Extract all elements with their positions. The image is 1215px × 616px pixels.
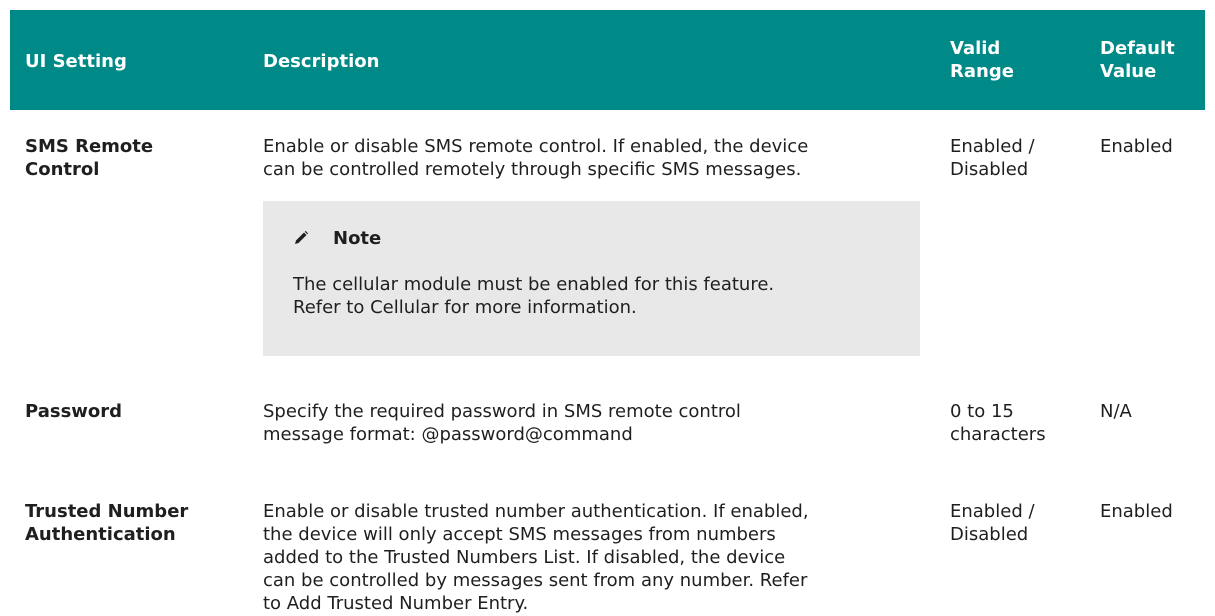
description-line: can be controlled by messages sent from … [263,570,808,591]
description-line: message format: @password@command [263,424,633,445]
default-value: N/A [1100,401,1132,422]
valid-range-line: 0 to 15 [950,401,1014,422]
table-row: SMS Remote Control Enable or disable SMS… [10,110,1205,375]
pencil-icon [293,229,309,245]
header-default-value-line1: Default [1100,38,1175,59]
settings-table: UI Setting Description Valid Range Defau… [10,10,1205,615]
default-value: Enabled [1100,501,1173,522]
setting-name: Trusted Number Authentication [25,500,245,546]
description-line: Enable or disable SMS remote control. If… [263,136,809,157]
description-line: can be controlled remotely through speci… [263,159,802,180]
setting-name: Password [25,400,245,423]
header-description: Description [263,51,380,72]
table-row: Password Specify the required password i… [10,375,1205,475]
note-body: The cellular module must be enabled for … [293,273,903,319]
note-box: Note The cellular module must be enabled… [263,201,920,356]
setting-description: Specify the required password in SMS rem… [263,400,923,446]
setting-name-line: Trusted Number [25,501,189,522]
note-line: The cellular module must be enabled for … [293,274,775,295]
description-line: the device will only accept SMS messages… [263,524,776,545]
setting-name-line: Authentication [25,524,176,545]
default-value: Enabled [1100,136,1173,157]
header-valid-range-line2: Range [950,61,1014,82]
setting-name: SMS Remote Control [25,135,245,181]
description-line: to Add Trusted Number Entry. [263,593,529,614]
note-heading: Note [293,227,381,250]
header-default-value: Default Value [1100,37,1175,83]
setting-name-line: Password [25,401,123,422]
setting-name-line: Control [25,159,100,180]
header-valid-range: Valid Range [950,37,1014,83]
valid-range: Enabled / Disabled [950,500,1085,546]
description-line: Specify the required password in SMS rem… [263,401,741,422]
valid-range-line: characters [950,424,1046,445]
valid-range: 0 to 15 characters [950,400,1085,446]
note-title: Note [333,228,382,249]
valid-range-line: Disabled [950,524,1029,545]
header-ui-setting: UI Setting [25,51,127,72]
setting-description: Enable or disable SMS remote control. If… [263,135,923,181]
description-line: Enable or disable trusted number authent… [263,501,809,522]
header-default-value-line2: Value [1100,61,1157,82]
note-line: Refer to Cellular for more information. [293,297,637,318]
setting-description: Enable or disable trusted number authent… [263,500,923,615]
valid-range-line: Enabled / [950,501,1035,522]
setting-name-line: SMS Remote [25,136,154,157]
valid-range-line: Enabled / [950,136,1035,157]
table-header: UI Setting Description Valid Range Defau… [10,10,1205,110]
table-row: Trusted Number Authentication Enable or … [10,475,1205,615]
header-valid-range-line1: Valid [950,38,1001,59]
description-line: added to the Trusted Numbers List. If di… [263,547,786,568]
valid-range: Enabled / Disabled [950,135,1085,181]
valid-range-line: Disabled [950,159,1029,180]
